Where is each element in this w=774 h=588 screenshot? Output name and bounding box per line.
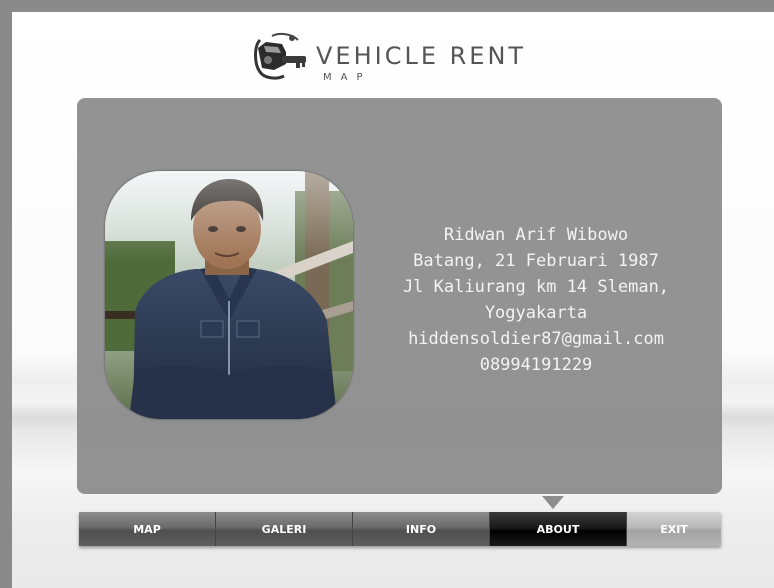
nav-galeri-button[interactable]: GALERI (216, 512, 353, 546)
app-subtitle: MAP (323, 72, 372, 83)
nav-exit-button[interactable]: EXIT (627, 512, 721, 546)
main-nav: MAP GALERI INFO ABOUT EXIT (79, 512, 721, 546)
nav-map-button[interactable]: MAP (79, 512, 216, 546)
app-frame: VEHICLE RENT MAP Ridwan Arif Wibowo Bata… (12, 12, 774, 588)
app-title: VEHICLE RENT (316, 42, 527, 70)
nav-info-button[interactable]: INFO (353, 512, 490, 546)
profile-address-line2: Yogyakarta (484, 303, 588, 323)
profile-email: hiddensoldier87@gmail.com (408, 329, 664, 349)
app-logo: VEHICLE RENT MAP (252, 30, 562, 90)
profile-photo-image (105, 171, 353, 419)
profile-birth: Batang, 21 Februari 1987 (413, 251, 659, 271)
nav-about-button[interactable]: ABOUT (490, 512, 627, 546)
profile-address-line1: Jl Kaliurang km 14 Sleman, (402, 277, 670, 297)
profile-phone: 08994191229 (479, 355, 593, 375)
about-panel: Ridwan Arif Wibowo Batang, 21 Februari 1… (77, 98, 722, 494)
profile-name: Ridwan Arif Wibowo (443, 225, 629, 245)
panel-pointer (542, 496, 564, 509)
profile-info: Ridwan Arif Wibowo Batang, 21 Februari 1… (373, 222, 699, 378)
car-key-icon (254, 32, 306, 80)
profile-photo (105, 171, 353, 419)
